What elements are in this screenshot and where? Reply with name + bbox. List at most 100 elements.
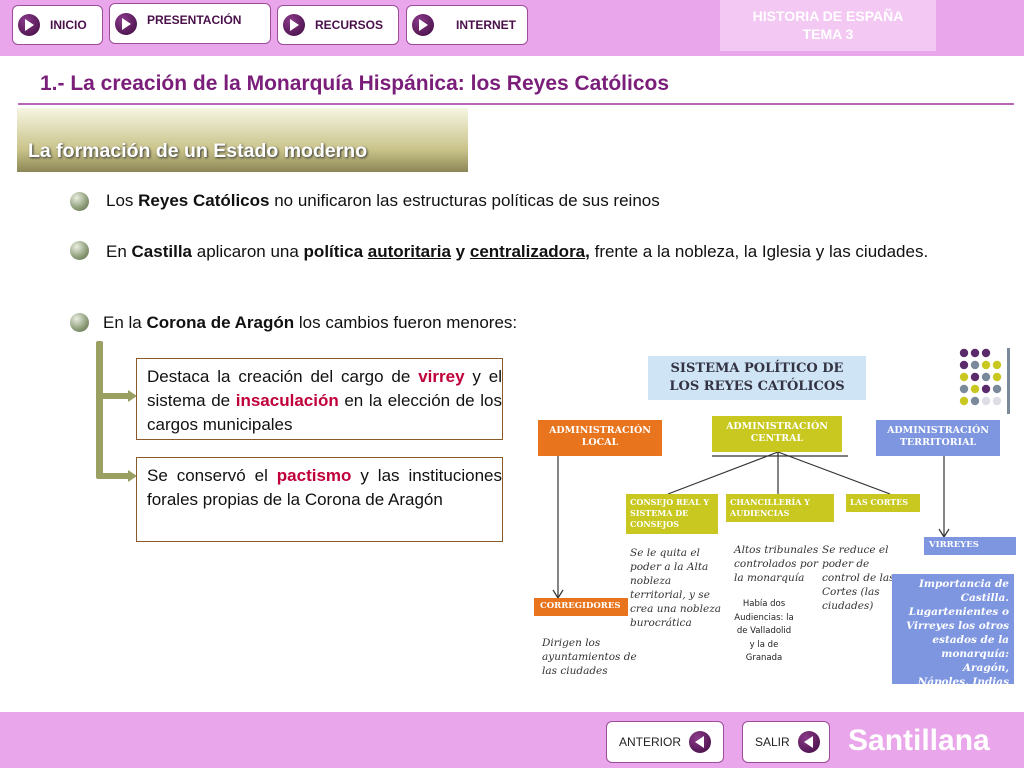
note-line: control de las: [822, 572, 895, 584]
topic-header: HISTORIA DE ESPAÑA TEMA 3: [720, 0, 936, 51]
chancilleria-line-2: AUDIENCIAS: [730, 508, 790, 518]
bold-term: Corona de Aragón: [146, 313, 295, 332]
bold-term: política: [303, 242, 364, 261]
note-line: poder a la Alta: [630, 561, 709, 573]
publisher-logo: Santillana: [848, 724, 990, 757]
text: En la: [103, 313, 147, 332]
exit-button[interactable]: SALIR: [742, 721, 830, 763]
admin-territorial-line-1: ADMINISTRACIÓN: [887, 425, 989, 436]
diagram-title: SISTEMA POLÍTICO DE LOS REYES CATÓLICOS: [648, 356, 866, 400]
bold-term: Reyes Católicos: [138, 191, 270, 210]
play-arrow-icon: [412, 14, 434, 36]
play-arrow-icon: [115, 12, 137, 35]
highlight-term: insaculación: [235, 391, 339, 410]
previous-button[interactable]: ANTERIOR: [606, 721, 724, 763]
consejo-line-2: SISTEMA DE: [630, 508, 689, 518]
diagram-title-line-2: LOS REYES CATÓLICOS: [669, 379, 845, 394]
admin-territorial-line-2: TERRITORIAL: [899, 437, 977, 448]
bullet-reyes-catolicos: Los Reyes Católicos no unificaron las es…: [106, 189, 1006, 213]
bullet-icon: [70, 241, 89, 260]
consejo-real-box: CONSEJO REAL Y SISTEMA DE CONSEJOS: [626, 494, 718, 534]
text: no unificaron las estructuras políticas …: [269, 191, 660, 210]
note-virreyes: Importancia de Castilla. Lugartenientes …: [892, 574, 1014, 688]
note-line: Virreyes los otros: [906, 620, 1009, 632]
note-line: la monarquía: [734, 572, 805, 584]
text: Los: [106, 191, 139, 210]
cortes-box: LAS CORTES: [846, 494, 920, 512]
note-line: Castilla.: [960, 592, 1009, 604]
note-consejo: Se le quita el poder a la Alta nobleza t…: [630, 546, 730, 630]
note-line: controlados por: [734, 558, 818, 570]
text: Se conservó el: [147, 466, 277, 485]
admin-local-line-2: LOCAL: [581, 437, 619, 448]
page-title: 1.- La creación de la Monarquía Hispánic…: [40, 72, 670, 95]
admin-central-line-1: ADMINISTRACIÓN: [726, 421, 828, 432]
bullet-icon: [70, 313, 89, 332]
note-line: poder de: [822, 558, 870, 570]
note-line: Nápoles, Indias: [917, 676, 1009, 688]
note-line: Altos tribunales: [734, 544, 819, 556]
topic-line-1: HISTORIA DE ESPAÑA: [752, 8, 904, 24]
note-line: y la de: [749, 639, 779, 650]
virreyes-box: VIRREYES: [924, 537, 1016, 555]
topic-line-2: TEMA 3: [802, 26, 854, 42]
play-arrow-icon: [18, 14, 40, 36]
note-line: crea una nobleza: [630, 603, 722, 615]
nav-recursos-button[interactable]: RECURSOS: [277, 5, 399, 45]
note-line: Audiencias: la: [734, 612, 794, 623]
note-line: de Valladolid: [736, 626, 792, 636]
nav-internet-button[interactable]: INTERNET: [406, 5, 528, 45]
chancilleria-box: CHANCILLERÍA Y AUDIENCIAS: [726, 494, 834, 522]
bullet-icon: [70, 192, 89, 211]
note-line: monarquía: Aragón,: [941, 648, 1009, 674]
consejo-line-1: CONSEJO REAL Y: [630, 497, 710, 507]
note-line: territorial, y se: [630, 589, 710, 601]
underlined-term: centralizadora: [469, 242, 586, 261]
note-audiencias: Había dos Audiencias: la de Valladolid y…: [724, 598, 804, 666]
admin-local-box: ADMINISTRACIÓN LOCAL: [538, 420, 662, 456]
text: frente a la nobleza, la Iglesia y las ci…: [589, 242, 929, 261]
note-cortes: Se reduce el poder de control de las Cor…: [822, 543, 898, 613]
note-line: las ciudades: [542, 665, 608, 677]
text: En: [106, 242, 132, 261]
underlined-term: autoritaria: [367, 242, 451, 261]
bullet-aragon: En la Corona de Aragón los cambios fuero…: [103, 311, 703, 335]
note-line: ayuntamientos de: [542, 651, 637, 663]
note-line: Lugartenientes o: [908, 606, 1009, 618]
nav-internet-label: INTERNET: [456, 18, 516, 32]
note-line: Se reduce el: [822, 544, 889, 556]
note-line: Cortes (las: [822, 586, 880, 598]
note-chancilleria: Altos tribunales controlados por la mona…: [734, 543, 830, 585]
admin-local-line-1: ADMINISTRACIÓN: [549, 425, 651, 436]
nav-presentacion-label: PRESENTACIÓN: [147, 12, 242, 27]
admin-central-box: ADMINISTRACIÓN CENTRAL: [712, 416, 842, 452]
note-line: Granada: [745, 653, 783, 663]
diagram-title-line-1: SISTEMA POLÍTICO DE: [670, 361, 844, 376]
text: aplicaron una: [192, 242, 304, 261]
virrey-box: Destaca la creación del cargo de virrey …: [136, 358, 503, 440]
back-arrow-icon: [689, 731, 712, 753]
bracket-arm: [100, 393, 130, 399]
bullet-castilla: En Castilla aplicaron una política autor…: [106, 240, 1021, 264]
note-line: nobleza: [630, 575, 672, 587]
nav-inicio-label: INICIO: [50, 18, 87, 32]
note-line: Había dos: [742, 599, 786, 609]
title-divider: [18, 103, 1014, 105]
note-line: Dirigen los: [542, 637, 601, 649]
note-line: burocrática: [630, 617, 692, 629]
nav-recursos-label: RECURSOS: [315, 18, 384, 32]
admin-central-line-2: CENTRAL: [750, 433, 804, 444]
bold-term: y: [455, 242, 466, 261]
consejo-line-3: CONSEJOS: [630, 519, 680, 529]
bold-term: Castilla: [131, 242, 193, 261]
previous-label: ANTERIOR: [619, 735, 682, 749]
nav-inicio-button[interactable]: INICIO: [12, 5, 103, 45]
pactismo-box: Se conservó el pactismo y las institucio…: [136, 457, 503, 542]
bracket-connector: [96, 341, 103, 479]
nav-presentacion-button[interactable]: PRESENTACIÓN: [109, 3, 271, 44]
political-system-diagram: SISTEMA POLÍTICO DE LOS REYES CATÓLICOS …: [528, 346, 1024, 688]
bracket-arm: [100, 473, 130, 479]
text: Destaca la creación del cargo de: [147, 367, 419, 386]
note-line: ciudades): [822, 600, 874, 612]
back-arrow-icon: [797, 731, 820, 753]
